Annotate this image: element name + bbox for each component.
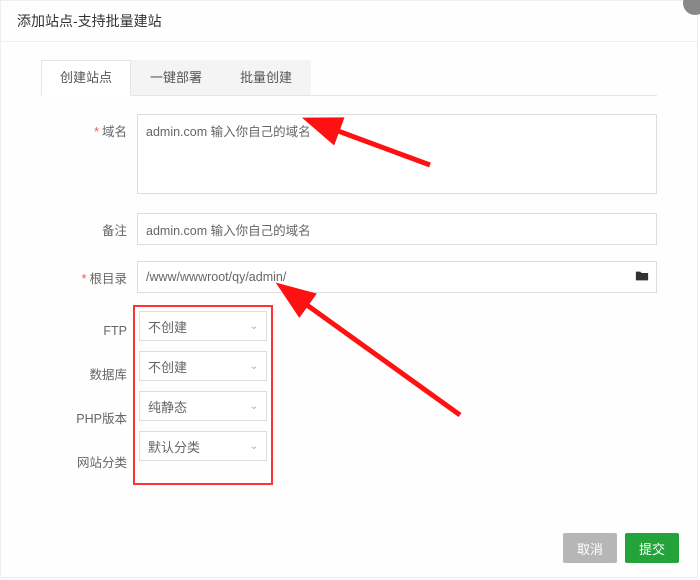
label-remark: 备注: [41, 213, 127, 239]
dialog-content: 创建站点 一键部署 批量创建 *域名 admin.com 输入你自己的域名 备注…: [1, 42, 697, 485]
submit-button[interactable]: 提交: [625, 533, 679, 563]
php-select-value: 纯静态: [148, 397, 187, 416]
ftp-select-value: 不创建: [148, 317, 187, 336]
select-group-highlight: 不创建 ⌄ 不创建 ⌄ 纯静态 ⌄ 默认分类 ⌄: [133, 305, 273, 485]
chevron-down-icon: ⌄: [250, 401, 258, 412]
php-select[interactable]: 纯静态 ⌄: [139, 391, 267, 421]
db-select[interactable]: 不创建 ⌄: [139, 351, 267, 381]
dialog-footer: 取消 提交: [563, 533, 679, 563]
ftp-select[interactable]: 不创建 ⌄: [139, 311, 267, 341]
add-site-dialog: 添加站点-支持批量建站 创建站点 一键部署 批量创建 *域名 admin.com…: [0, 0, 698, 578]
chevron-down-icon: ⌄: [250, 361, 258, 372]
root-input[interactable]: [137, 261, 657, 293]
chevron-down-icon: ⌄: [250, 441, 258, 452]
cat-select[interactable]: 默认分类 ⌄: [139, 431, 267, 461]
label-php: PHP版本: [41, 404, 127, 434]
tab-one-click-deploy[interactable]: 一键部署: [131, 60, 221, 95]
cat-select-value: 默认分类: [148, 437, 200, 456]
tab-create-site[interactable]: 创建站点: [41, 60, 131, 96]
label-db: 数据库: [41, 360, 127, 390]
label-domain: *域名: [41, 114, 127, 140]
label-ftp: FTP: [41, 316, 127, 346]
dialog-title: 添加站点-支持批量建站: [1, 1, 697, 42]
label-cat: 网站分类: [41, 448, 127, 478]
db-select-value: 不创建: [148, 357, 187, 376]
remark-input[interactable]: [137, 213, 657, 245]
tabs: 创建站点 一键部署 批量创建: [41, 60, 657, 96]
domain-input[interactable]: admin.com 输入你自己的域名: [137, 114, 657, 194]
cancel-button[interactable]: 取消: [563, 533, 617, 563]
folder-icon[interactable]: [635, 269, 649, 283]
chevron-down-icon: ⌄: [250, 321, 258, 332]
tab-batch-create[interactable]: 批量创建: [221, 60, 311, 95]
label-root: *根目录: [41, 261, 127, 287]
form: *域名 admin.com 输入你自己的域名 备注 *根目录 F: [41, 96, 657, 485]
